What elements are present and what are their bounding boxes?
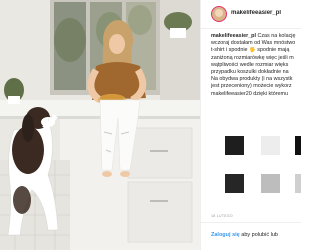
avatar[interactable] [211,6,227,22]
login-link[interactable]: Zaloguj się [211,232,240,238]
username-link[interactable]: makelifeeasier_pl [231,10,301,16]
post-header: makelifeeasier_pl [201,0,301,29]
post-sidebar: makelifeeasier_pl makelifeeasier_pl Czas… [200,0,301,250]
swatch-medium-gray[interactable] [261,174,280,193]
swatch-light-gray[interactable] [261,136,280,155]
caption-line: przypadku koszulki dokładnie na [211,69,289,76]
caption-line: makelifeeasier20 dzięki któremu [211,90,289,97]
photo-illustration [0,0,200,250]
swatch-black[interactable] [225,136,244,155]
product-swatches [201,130,301,200]
swatch-gray-partial[interactable] [295,174,301,193]
caption-line: wczoraj dostałam od Was mnóstwo [211,40,296,47]
divider [201,222,301,223]
swatch-black-partial[interactable] [295,136,301,155]
post-photo[interactable] [0,0,200,250]
caption-line: makelifeeasier_pl Czas na kolację [211,33,301,40]
post-date: 18 LUTEGO [211,214,233,218]
caption-text: Czas na kolację [257,33,296,39]
caption-line: t-shirt i spodnie 🖐 spodnie mają [211,47,290,54]
caption-line: zaniżoną rozmiarówkę więc jeśli m [211,54,294,61]
caption-username[interactable]: makelifeeasier_pl [211,33,256,39]
caption-line: wątpliwości wedle rozmiar więks [211,61,289,68]
caption: makelifeeasier_pl Czas na kolację wczora… [211,33,301,133]
swatch-dark-gray[interactable] [225,174,244,193]
caption-line: jest przeceniony) możecie wykorz [211,83,292,90]
login-prompt-text: aby polubić lub [241,232,278,238]
login-prompt: Zaloguj się aby polubić lub [211,232,301,238]
caption-line: Na obydwa produkty (i na wszystk [211,76,293,83]
